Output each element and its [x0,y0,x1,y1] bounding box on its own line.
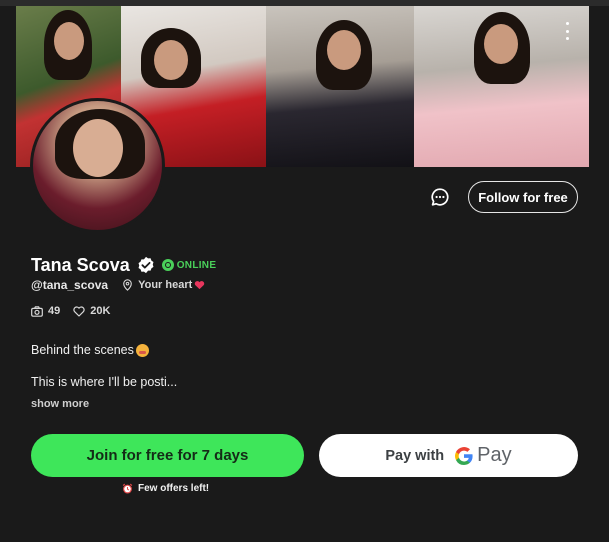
media-count: 49 [48,305,61,317]
offers-text: Few offers left! [138,483,210,494]
follow-button[interactable]: Follow for free [468,181,578,213]
heart-icon [73,305,85,317]
online-dot-icon [161,259,174,271]
location-pin-icon [123,279,132,291]
bio-line-1-text: Behind the scenes [31,343,134,357]
pay-with-label: Pay with [385,447,445,464]
cover-photo-3 [266,6,414,167]
chat-button[interactable] [426,183,454,211]
join-free-button[interactable]: Join for free for 7 days [31,434,304,477]
camera-icon [31,305,43,317]
profile-handle: @tana_scova [31,278,109,292]
verified-check-icon [138,256,154,274]
offers-notice: Few offers left! [122,483,209,494]
media-stat: 49 [31,305,60,317]
google-pay-button[interactable]: Pay with Pay [319,434,578,477]
heart-emoji-icon [195,281,205,290]
profile-name: Tana Scova [31,254,130,275]
location-text: Your heart [138,279,193,291]
avatar[interactable] [30,98,165,233]
bio-line-1: Behind the scenes [31,343,149,357]
show-more-link[interactable]: show more [31,398,89,410]
chat-icon [431,188,449,206]
blush-emoji-icon [135,343,149,357]
likes-count: 20K [90,305,111,317]
name-row: Tana Scova ONLINE [31,254,216,276]
online-status-label: ONLINE [176,259,217,271]
likes-stat: 20K [73,305,110,317]
google-g-icon [455,446,473,465]
stats-row: 49 20K [31,304,110,318]
bio-line-2: This is where I'll be posti... [31,375,178,389]
pay-brand-text: Pay [477,444,512,466]
google-pay-logo: Pay [454,444,512,467]
menu-dots-icon[interactable] [560,22,574,40]
alarm-clock-icon [122,483,133,494]
handle-row: @tana_scova Your heart [31,278,205,292]
online-status: ONLINE [161,259,217,271]
